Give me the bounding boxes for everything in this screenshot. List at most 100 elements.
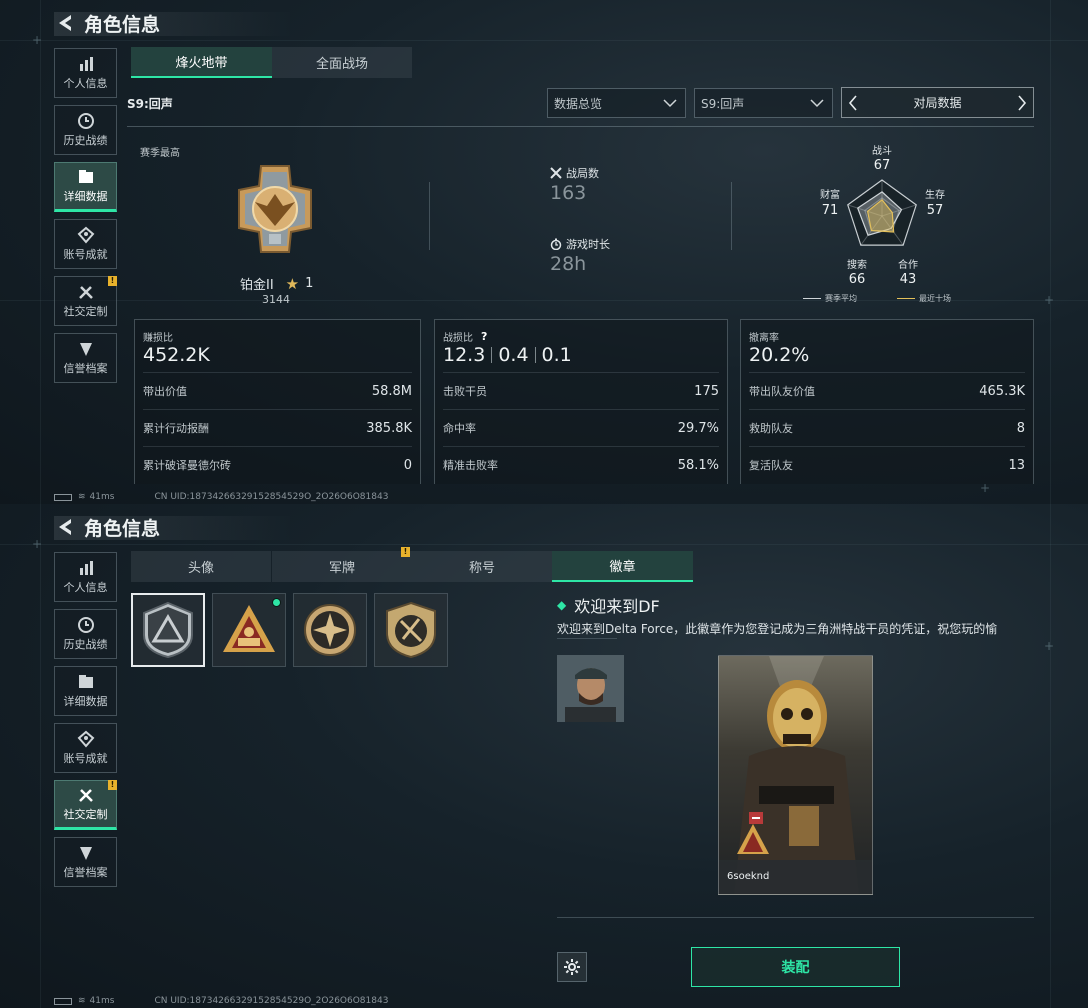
history-clock-icon [77, 113, 94, 129]
help-icon[interactable]: ? [481, 330, 487, 343]
nav-item-achievements[interactable]: 账号成就 [54, 723, 117, 773]
nav-item-personal-info[interactable]: 个人信息 [54, 552, 117, 602]
bar-chart-icon [79, 57, 93, 71]
equip-button[interactable]: 装配 [691, 947, 900, 987]
grid-line [1050, 0, 1051, 504]
stat-box-profit: 赚损比 452.2K 带出价值 58.8M 累计行动报酬 385.8K 累计破译曼德… [134, 319, 421, 484]
settings-button[interactable] [557, 952, 587, 982]
chevron-right-icon[interactable] [1017, 95, 1027, 111]
matches-value: 163 [550, 182, 587, 204]
badge-tile-welcome[interactable] [131, 593, 205, 667]
tab-label: 军牌 [328, 561, 355, 576]
player-avatar [557, 655, 624, 722]
social-custom-screen: + + 角色信息 个人信息 历史战绩 详细数据 账号成就 社交定制 ! 信誉档案… [0, 504, 1088, 1008]
tab-dogtag[interactable]: 军牌 ! [272, 547, 412, 582]
stopwatch-icon [550, 238, 562, 250]
nav-label: 历史战绩 [63, 638, 108, 651]
nav-item-social-custom[interactable]: 社交定制 ! [54, 780, 117, 830]
stat-key: 命中率 [443, 422, 476, 435]
stat-key: 带出队友价值 [749, 385, 815, 398]
chevron-down-icon [663, 99, 677, 108]
grid-line [40, 504, 41, 1008]
matches-label: 战局数 [566, 167, 599, 180]
back-arrow-icon[interactable] [54, 12, 78, 34]
new-indicator-dot [272, 598, 281, 607]
stat-key: 带出价值 [143, 385, 187, 398]
nav-item-history[interactable]: 历史战绩 [54, 609, 117, 659]
knife-shield-badge-icon [386, 601, 436, 659]
radar-legend: 赛季平均 最近十场 [803, 293, 951, 304]
radar-label-teamwork: 合作 [898, 260, 918, 271]
radar-value-teamwork: 43 [899, 272, 917, 287]
overview-dropdown[interactable]: 数据总览 [547, 88, 686, 118]
stat-row: 累计行动报酬 385.8K [143, 409, 412, 446]
season-dropdown[interactable]: S9:回声 [694, 88, 833, 118]
matches-label-row: 战局数 [550, 165, 599, 181]
badge-tile-knife[interactable] [374, 593, 448, 667]
nav-item-history[interactable]: 历史战绩 [54, 105, 117, 155]
header: 角色信息 [54, 514, 294, 540]
nav-item-reputation[interactable]: 信誉档案 [54, 837, 117, 887]
delta-triangle-badge-icon [143, 601, 193, 659]
nav-item-detailed-data[interactable]: 详细数据 [54, 666, 117, 716]
nav-item-reputation[interactable]: 信誉档案 [54, 333, 117, 383]
stat-value: 58.1% [677, 457, 719, 473]
tab-avatar[interactable]: 头像 [131, 551, 271, 582]
stat-row: 带出价值 58.8M [143, 372, 412, 409]
radar-value-search: 66 [848, 272, 866, 287]
tab-full-battle[interactable]: 全面战场 [272, 47, 412, 78]
back-arrow-icon[interactable] [54, 516, 78, 538]
legend-avg: 赛季平均 [825, 294, 857, 303]
stat-big: 20.2% [749, 344, 810, 366]
stat-value: 58.8M [371, 383, 412, 399]
stat-value: 29.7% [677, 420, 719, 436]
wifi-icon: ≋ [78, 492, 86, 502]
chevron-left-icon[interactable] [848, 95, 858, 111]
stat-row: 带出队友价值 465.3K [749, 372, 1025, 409]
badge-tile-star[interactable] [293, 593, 367, 667]
season-best-label: 赛季最高 [140, 148, 180, 159]
playtime-label-row: 游戏时长 [550, 236, 610, 252]
radar-label-combat: 战斗 [872, 146, 892, 157]
nav-item-detailed-data[interactable]: 详细数据 [54, 162, 117, 212]
nav-label: 详细数据 [63, 695, 108, 708]
star-emblem-badge-icon [304, 604, 356, 656]
status-bar: ≋ 41ms CN UID:18734266329152854529O_2O26… [54, 492, 388, 502]
grid-line [1050, 504, 1051, 1008]
grid-line [40, 0, 41, 504]
tab-warzone[interactable]: 烽火地带 [131, 47, 272, 78]
achievement-icon [77, 730, 94, 748]
tools-icon [78, 286, 93, 299]
stat-value: 175 [694, 383, 719, 399]
divider [127, 126, 1034, 127]
divider [557, 638, 617, 639]
side-navigation: 个人信息 历史战绩 详细数据 账号成就 社交定制 ! 信誉档案 [54, 552, 117, 894]
rank-medal-icon [233, 164, 317, 254]
grid-line [0, 40, 1088, 41]
tab-badge[interactable]: 徽章 [552, 551, 693, 582]
player-name: 6soeknd [727, 871, 770, 882]
stat-key: 精准击败率 [443, 459, 498, 472]
stat-head: 赚损比 [143, 333, 173, 344]
history-clock-icon [77, 617, 94, 633]
uid-text: CN UID:18734266329152854529O_2O26O6O8184… [154, 492, 389, 502]
stat-big-row: 12.3 0.4 0.1 [443, 344, 572, 366]
nav-item-achievements[interactable]: 账号成就 [54, 219, 117, 269]
nav-item-personal-info[interactable]: 个人信息 [54, 48, 117, 98]
tab-title[interactable]: 称号 [412, 551, 552, 582]
crosshair-mark: + [32, 33, 43, 47]
match-data-pager[interactable]: 对局数据 [841, 87, 1034, 118]
stat-row: 救助队友 8 [749, 409, 1025, 446]
reputation-icon [79, 343, 92, 356]
rank-score: 3144 [262, 293, 290, 306]
status-bar: ≋ 41ms CN UID:18734266329152854529O_2O26… [54, 996, 388, 1006]
badge-tile-squad[interactable] [212, 593, 286, 667]
nav-item-social-custom[interactable]: 社交定制 ! [54, 276, 117, 326]
rank-name: 铂金II [240, 278, 274, 293]
legend-recent: 最近十场 [919, 294, 951, 303]
ping-text: 41ms [89, 492, 115, 502]
stat-value: 8 [1016, 420, 1025, 436]
crossed-swords-icon [550, 167, 562, 179]
stat-head: 撤离率 [749, 333, 779, 344]
badge-title-row: ◆ 欢迎来到DF [557, 593, 660, 617]
